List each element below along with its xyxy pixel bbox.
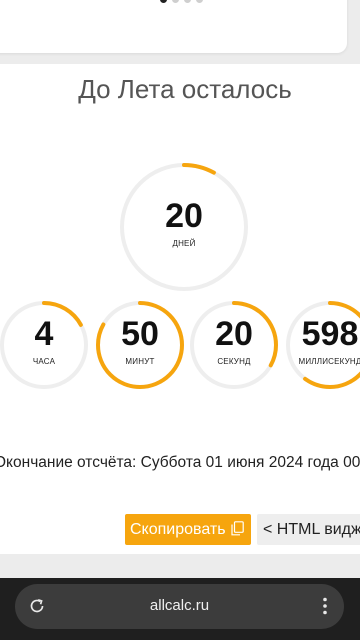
minutes-unit-label: МИНУТ (125, 357, 155, 366)
days-unit-label: ДНЕЙ (172, 239, 196, 248)
hours-value: 4 (34, 315, 54, 353)
carousel-dot[interactable] (196, 0, 203, 3)
page: До Лета осталось 20 ДНЕЙ 4 ЧАСА 50 МИНУТ (0, 0, 360, 640)
hours-ring: 4 ЧАСА (0, 301, 88, 389)
days-ring: 20 ДНЕЙ (120, 163, 248, 291)
carousel-dots (160, 0, 203, 3)
address-bar[interactable]: allcalc.ru (15, 584, 344, 629)
page-title: До Лета осталось (78, 74, 292, 104)
carousel-dot[interactable] (172, 0, 179, 3)
previous-card (0, 0, 347, 53)
seconds-unit-label: СЕКУНД (217, 357, 251, 366)
top-area (0, 0, 360, 64)
milliseconds-value: 598 (301, 315, 359, 353)
seconds-value: 20 (215, 315, 253, 353)
days-value: 20 (165, 197, 203, 235)
countdown-end-text: Окончание отсчёта: Суббота 01 июня 2024 … (0, 454, 360, 471)
url-text: allcalc.ru (149, 597, 210, 614)
minutes-value: 50 (121, 315, 159, 353)
carousel-dot[interactable] (160, 0, 167, 3)
more-vert-icon[interactable] (322, 597, 328, 615)
minutes-ring: 50 МИНУТ (96, 301, 184, 389)
carousel-dot[interactable] (184, 0, 191, 3)
seconds-ring: 20 СЕКУНД (190, 301, 278, 389)
countdown-card: До Лета осталось 20 ДНЕЙ 4 ЧАСА 50 МИНУТ (0, 64, 360, 554)
copy-button[interactable]: Скопировать (125, 514, 251, 545)
milliseconds-unit-label: МИЛЛИСЕКУНД (298, 357, 360, 366)
milliseconds-ring: 598 МИЛЛИСЕКУНД (286, 301, 360, 389)
copy-button-label: Скопировать (130, 521, 226, 538)
html-widget-button[interactable]: < HTML виджет (257, 514, 360, 545)
browser-bottom-bar: allcalc.ru (0, 578, 360, 640)
hours-unit-label: ЧАСА (32, 357, 56, 366)
copy-icon (231, 521, 244, 536)
